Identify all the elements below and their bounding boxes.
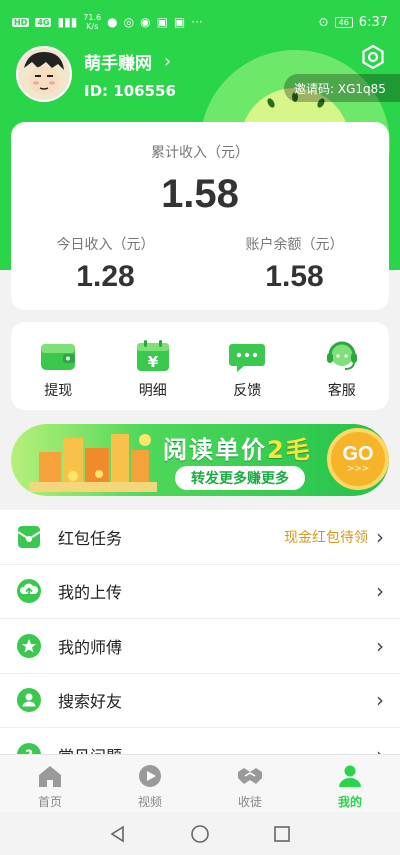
notification-penguin-icon: ● — [107, 15, 118, 29]
details-label: 明细 — [138, 383, 167, 399]
total-income-label: 累计收入（元） — [151, 145, 249, 161]
withdraw-label: 提现 — [44, 383, 73, 399]
net-speed: 71.6 K/s — [83, 13, 101, 31]
city-illustration — [29, 434, 157, 492]
net-speed-value: 71.6 — [83, 13, 102, 22]
menu-note: 现金红包待领 — [284, 529, 368, 546]
cloud-upload-icon — [17, 579, 41, 604]
tab-home[interactable]: 首页 — [0, 755, 100, 812]
calendar-yuan-icon: ¥ — [136, 340, 169, 371]
notification-chat-icon: ◉ — [140, 15, 151, 29]
today-income-label: 今日收入（元） — [56, 237, 155, 253]
total-income-value: 1.58 — [161, 172, 239, 216]
go-arrows: >>> — [346, 464, 370, 474]
signal-icon: ▮▮▮ — [57, 15, 78, 29]
menu-label: 红包任务 — [58, 528, 123, 548]
status-bar: HD 4G ▮▮▮ 71.6 K/s ● ◎ ◉ ▣ ▣ ··· ⊙ 46 6:… — [0, 0, 400, 44]
hd-badge: HD — [12, 17, 30, 27]
headset-icon — [326, 341, 357, 370]
menu-list: 红包任务 现金红包待领 › 我的上传 › 我的师傅 › 搜索好友 › ? — [0, 510, 400, 754]
profile-header[interactable]: 萌手赚网 › ID: 106556 — [16, 46, 176, 102]
banner-subtitle: 转发更多赚更多 — [175, 466, 305, 490]
play-icon — [139, 765, 161, 787]
question-icon: ? — [17, 742, 41, 754]
invite-code-badge[interactable]: 邀请码: XG1q85 — [284, 74, 400, 102]
withdraw-button[interactable]: 提现 — [11, 322, 106, 410]
tab-label: 我的 — [337, 795, 362, 809]
banner-title-main: 阅读单价 — [163, 436, 267, 464]
go-label: GO — [342, 443, 374, 465]
back-triangle-icon[interactable] — [108, 824, 128, 844]
user-search-icon — [17, 688, 41, 713]
system-navigation-bar — [0, 812, 400, 855]
menu-item-faq[interactable]: ? 常见问题 › — [0, 728, 400, 754]
handshake-icon — [238, 768, 262, 784]
chevron-right-icon: › — [376, 633, 384, 658]
net-speed-unit: K/s — [86, 22, 99, 31]
menu-label: 搜索好友 — [58, 692, 123, 712]
settings-gear-icon[interactable] — [360, 44, 386, 70]
battery-icon: 46 — [334, 16, 353, 28]
menu-label: 我的师傅 — [58, 637, 123, 657]
chevron-right-icon: › — [376, 688, 384, 713]
recents-square-icon[interactable] — [272, 824, 292, 844]
location-icon: ⊙ — [318, 15, 329, 29]
star-icon — [17, 633, 41, 658]
notification-app-icon: ▣ — [173, 15, 186, 29]
menu-item-my-master[interactable]: 我的师傅 › — [0, 619, 400, 674]
quick-actions: 提现 ¥ 明细 反馈 客服 — [11, 322, 389, 410]
user-id: ID: 106556 — [84, 81, 176, 100]
menu-label: 常见问题 — [58, 743, 376, 754]
today-income: 今日收入（元） 1.28 — [11, 234, 200, 294]
chevron-right-icon: › — [376, 579, 384, 604]
account-balance-label: 账户余额（元） — [245, 237, 344, 253]
tab-video[interactable]: 视频 — [100, 755, 200, 812]
clock: 6:37 — [358, 14, 388, 30]
chat-bubble-icon — [229, 344, 266, 372]
svg-text:¥: ¥ — [148, 353, 159, 371]
chevron-right-icon[interactable]: › — [164, 51, 171, 72]
red-envelope-icon — [17, 525, 41, 548]
chevron-right-icon: › — [376, 743, 384, 754]
menu-item-my-uploads[interactable]: 我的上传 › — [0, 565, 400, 619]
tab-label: 收徒 — [237, 795, 262, 809]
customer-service-label: 客服 — [327, 383, 356, 399]
account-balance: 账户余额（元） 1.58 — [200, 234, 389, 294]
account-balance-value: 1.58 — [265, 260, 324, 293]
today-income-value: 1.28 — [76, 260, 135, 293]
notification-app-icon: ▣ — [156, 15, 168, 29]
tab-label: 视频 — [137, 795, 162, 809]
wallet-icon — [41, 344, 76, 370]
tab-mine[interactable]: 我的 — [300, 755, 400, 812]
promo-banner[interactable]: 阅读单价2毛 转发更多赚更多 GO >>> — [11, 424, 389, 496]
customer-service-button[interactable]: 客服 — [295, 322, 390, 410]
menu-item-red-envelope-tasks[interactable]: 红包任务 现金红包待领 › — [0, 510, 400, 565]
notification-browser-icon: ◎ — [123, 15, 135, 29]
details-button[interactable]: ¥ 明细 — [106, 322, 201, 410]
tab-apprentice[interactable]: 收徒 — [200, 755, 300, 812]
username: 萌手赚网 — [84, 53, 152, 74]
menu-item-search-friends[interactable]: 搜索好友 › — [0, 674, 400, 728]
bottom-tab-bar: 首页 视频 收徒 我的 — [0, 754, 400, 812]
person-icon — [339, 765, 361, 787]
banner-title: 阅读单价2毛 — [163, 430, 312, 465]
home-circle-icon[interactable] — [190, 824, 210, 844]
home-icon — [39, 766, 61, 787]
banner-title-highlight: 2毛 — [267, 436, 312, 464]
feedback-label: 反馈 — [233, 383, 262, 399]
chevron-right-icon: › — [376, 524, 384, 549]
feedback-button[interactable]: 反馈 — [200, 322, 295, 410]
network-badge: 4G — [35, 17, 52, 27]
go-button[interactable]: GO >>> — [327, 428, 389, 490]
tab-label: 首页 — [37, 795, 62, 809]
menu-label: 我的上传 — [58, 583, 123, 603]
earnings-card: 累计收入（元） 1.58 今日收入（元） 1.28 账户余额（元） 1.58 — [11, 122, 389, 310]
more-notifications-icon: ··· — [191, 15, 203, 29]
avatar[interactable] — [16, 46, 72, 102]
